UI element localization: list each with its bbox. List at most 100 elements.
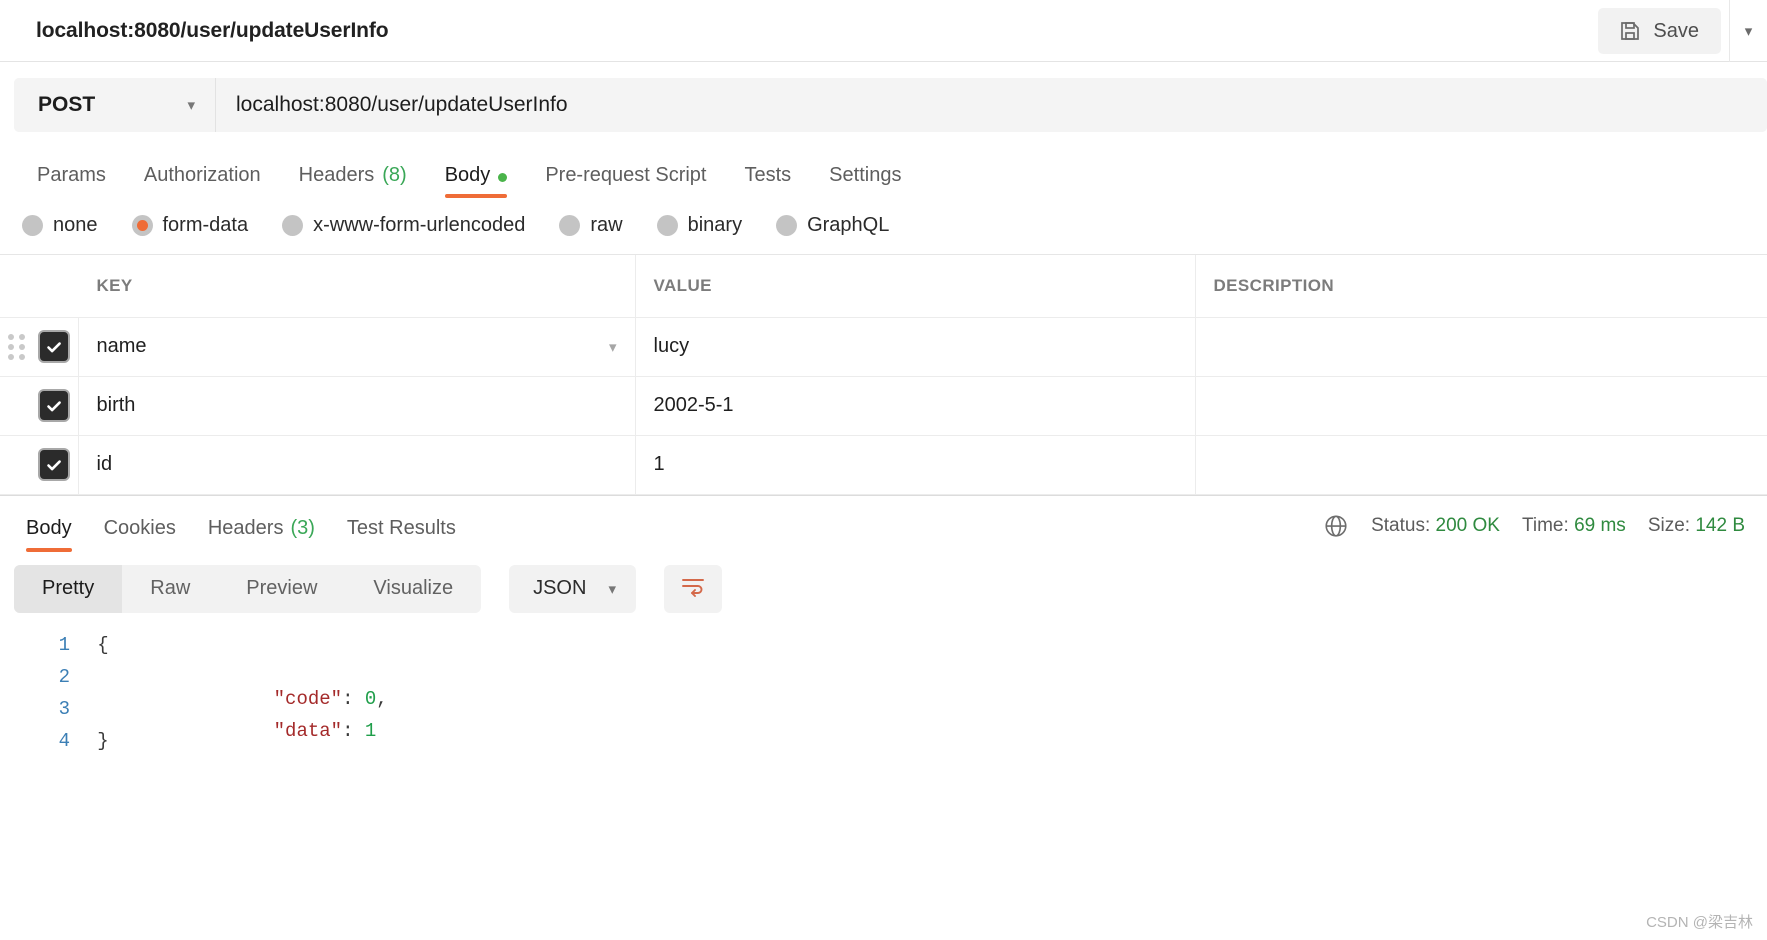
request-tabs: Params Authorization Headers (8) Body Pr… (0, 146, 1767, 198)
tab-body[interactable]: Body (426, 154, 527, 198)
radio-form-data-icon (131, 214, 153, 236)
json-number: 1 (364, 719, 377, 742)
drag-handle-icon[interactable] (8, 333, 30, 360)
response-body-code[interactable]: 1 { 2 "code": 0, 3 "data": 1 4} (0, 624, 1767, 940)
chevron-down-icon: ▾ (187, 97, 195, 114)
tab-headers-label: Headers (298, 164, 375, 186)
radio-none-icon (22, 214, 43, 236)
view-pretty-button[interactable]: Pretty (14, 564, 123, 613)
row-key-cell[interactable]: name ▾ (78, 317, 636, 377)
size-group: Size: 142 B (1648, 515, 1745, 537)
key-type-chevron-down-icon[interactable]: ▾ (609, 338, 617, 356)
code-line: 1 { (0, 634, 1767, 666)
response-tab-test-results[interactable]: Test Results (331, 496, 472, 552)
tab-tests-label: Tests (744, 164, 792, 186)
table-row: name ▾ lucy (0, 317, 1767, 377)
response-tab-cookies[interactable]: Cookies (88, 496, 192, 552)
status-value: 200 OK (1435, 514, 1500, 536)
word-wrap-icon (680, 575, 706, 602)
radio-form-data[interactable]: form-data (131, 213, 249, 237)
tab-params[interactable]: Params (18, 154, 125, 198)
row-enabled-checkbox[interactable] (38, 330, 70, 363)
view-raw-button[interactable]: Raw (122, 565, 218, 613)
row-description-cell[interactable] (1195, 435, 1767, 495)
status-label: Status: (1371, 514, 1431, 536)
page-title: localhost:8080/user/updateUserInfo (36, 18, 389, 42)
response-tab-cookies-label: Cookies (103, 516, 176, 539)
response-tab-headers-count: (3) (290, 516, 315, 539)
response-format-select[interactable]: JSON ▾ (509, 564, 636, 613)
line-number: 4 (58, 729, 70, 752)
response-panel: Body Cookies Headers (3) Test Results St… (0, 494, 1767, 940)
word-wrap-toggle-button[interactable] (663, 564, 722, 613)
row-checkbox-cell (0, 376, 79, 436)
code-line: 3 "data": 1 (0, 698, 1767, 742)
watermark: CSDN @梁吉林 (1646, 914, 1753, 931)
save-button-label: Save (1653, 19, 1699, 42)
tab-headers[interactable]: Headers (8) (280, 154, 426, 198)
form-data-table-container: KEY VALUE DESCRIPTION name ▾ lucy birth … (0, 254, 1767, 495)
row-checkbox-cell (0, 435, 79, 495)
row-description-cell[interactable] (1195, 317, 1767, 377)
body-type-radio-group: none form-data x-www-form-urlencoded raw… (0, 198, 1767, 254)
time-value: 69 ms (1574, 514, 1626, 536)
time-group: Time: 69 ms (1522, 515, 1626, 537)
chevron-down-icon: ▾ (608, 580, 616, 598)
view-visualize-label: Visualize (373, 577, 454, 599)
radio-graphql-icon (776, 214, 798, 236)
radio-form-data-label: form-data (162, 213, 249, 236)
column-header-value: VALUE (635, 255, 1196, 318)
radio-graphql[interactable]: GraphQL (776, 214, 889, 237)
view-visualize-button[interactable]: Visualize (345, 565, 481, 613)
response-tab-body[interactable]: Body (10, 496, 88, 552)
view-preview-button[interactable]: Preview (218, 565, 345, 613)
tab-pre-request-script-label: Pre-request Script (545, 164, 707, 186)
code-line-text: "data": 1 (114, 698, 377, 764)
top-bar-actions: Save ▾ (1598, 0, 1767, 62)
tab-tests[interactable]: Tests (725, 154, 810, 198)
radio-binary[interactable]: binary (656, 214, 742, 237)
http-method-select[interactable]: POST ▾ (14, 78, 216, 132)
code-fold-brace[interactable]: { (92, 634, 114, 656)
radio-none-label: none (53, 213, 98, 236)
radio-none[interactable]: none (22, 214, 98, 237)
column-header-checkbox (0, 255, 78, 318)
row-key-cell[interactable]: id (78, 435, 636, 495)
save-options-chevron-down-icon[interactable]: ▾ (1729, 0, 1767, 62)
view-pretty-label: Pretty (42, 577, 95, 599)
response-view-toolbar: Pretty Raw Preview Visualize JSON ▾ (0, 552, 1767, 624)
row-description-cell[interactable] (1195, 376, 1767, 436)
row-value-cell[interactable]: 1 (635, 435, 1196, 495)
column-header-description: DESCRIPTION (1195, 255, 1767, 318)
tab-settings[interactable]: Settings (810, 154, 920, 198)
tab-pre-request-script[interactable]: Pre-request Script (526, 154, 725, 198)
row-key-cell[interactable]: birth (78, 376, 636, 436)
globe-icon[interactable] (1323, 513, 1349, 539)
table-row: birth 2002-5-1 (0, 376, 1767, 436)
top-bar: localhost:8080/user/updateUserInfo Save … (0, 0, 1767, 62)
radio-binary-icon (656, 214, 678, 236)
row-value-cell[interactable]: lucy (635, 317, 1196, 377)
request-url-input[interactable] (216, 78, 1767, 132)
save-button[interactable]: Save (1598, 8, 1721, 54)
radio-raw-icon (559, 214, 581, 236)
response-tab-body-label: Body (26, 516, 72, 539)
radio-raw[interactable]: raw (559, 214, 623, 237)
json-comma: , (376, 687, 388, 710)
row-key-text: name (96, 335, 147, 357)
row-enabled-checkbox[interactable] (38, 389, 70, 422)
row-enabled-checkbox[interactable] (38, 448, 70, 481)
time-label: Time: (1521, 514, 1569, 536)
line-number: 2 (58, 665, 70, 688)
tab-settings-label: Settings (829, 164, 902, 186)
radio-x-www-form-urlencoded[interactable]: x-www-form-urlencoded (282, 214, 525, 237)
response-tabs: Body Cookies Headers (3) Test Results (10, 496, 472, 552)
url-bar-container: POST ▾ (0, 62, 1767, 146)
response-tab-headers[interactable]: Headers (3) (192, 496, 331, 552)
http-method-value: POST (38, 93, 96, 116)
tab-body-label: Body (444, 164, 491, 186)
tab-headers-count: (8) (382, 164, 407, 186)
tab-authorization[interactable]: Authorization (125, 154, 280, 198)
postman-request-window: localhost:8080/user/updateUserInfo Save … (0, 0, 1767, 940)
row-value-cell[interactable]: 2002-5-1 (635, 376, 1196, 436)
